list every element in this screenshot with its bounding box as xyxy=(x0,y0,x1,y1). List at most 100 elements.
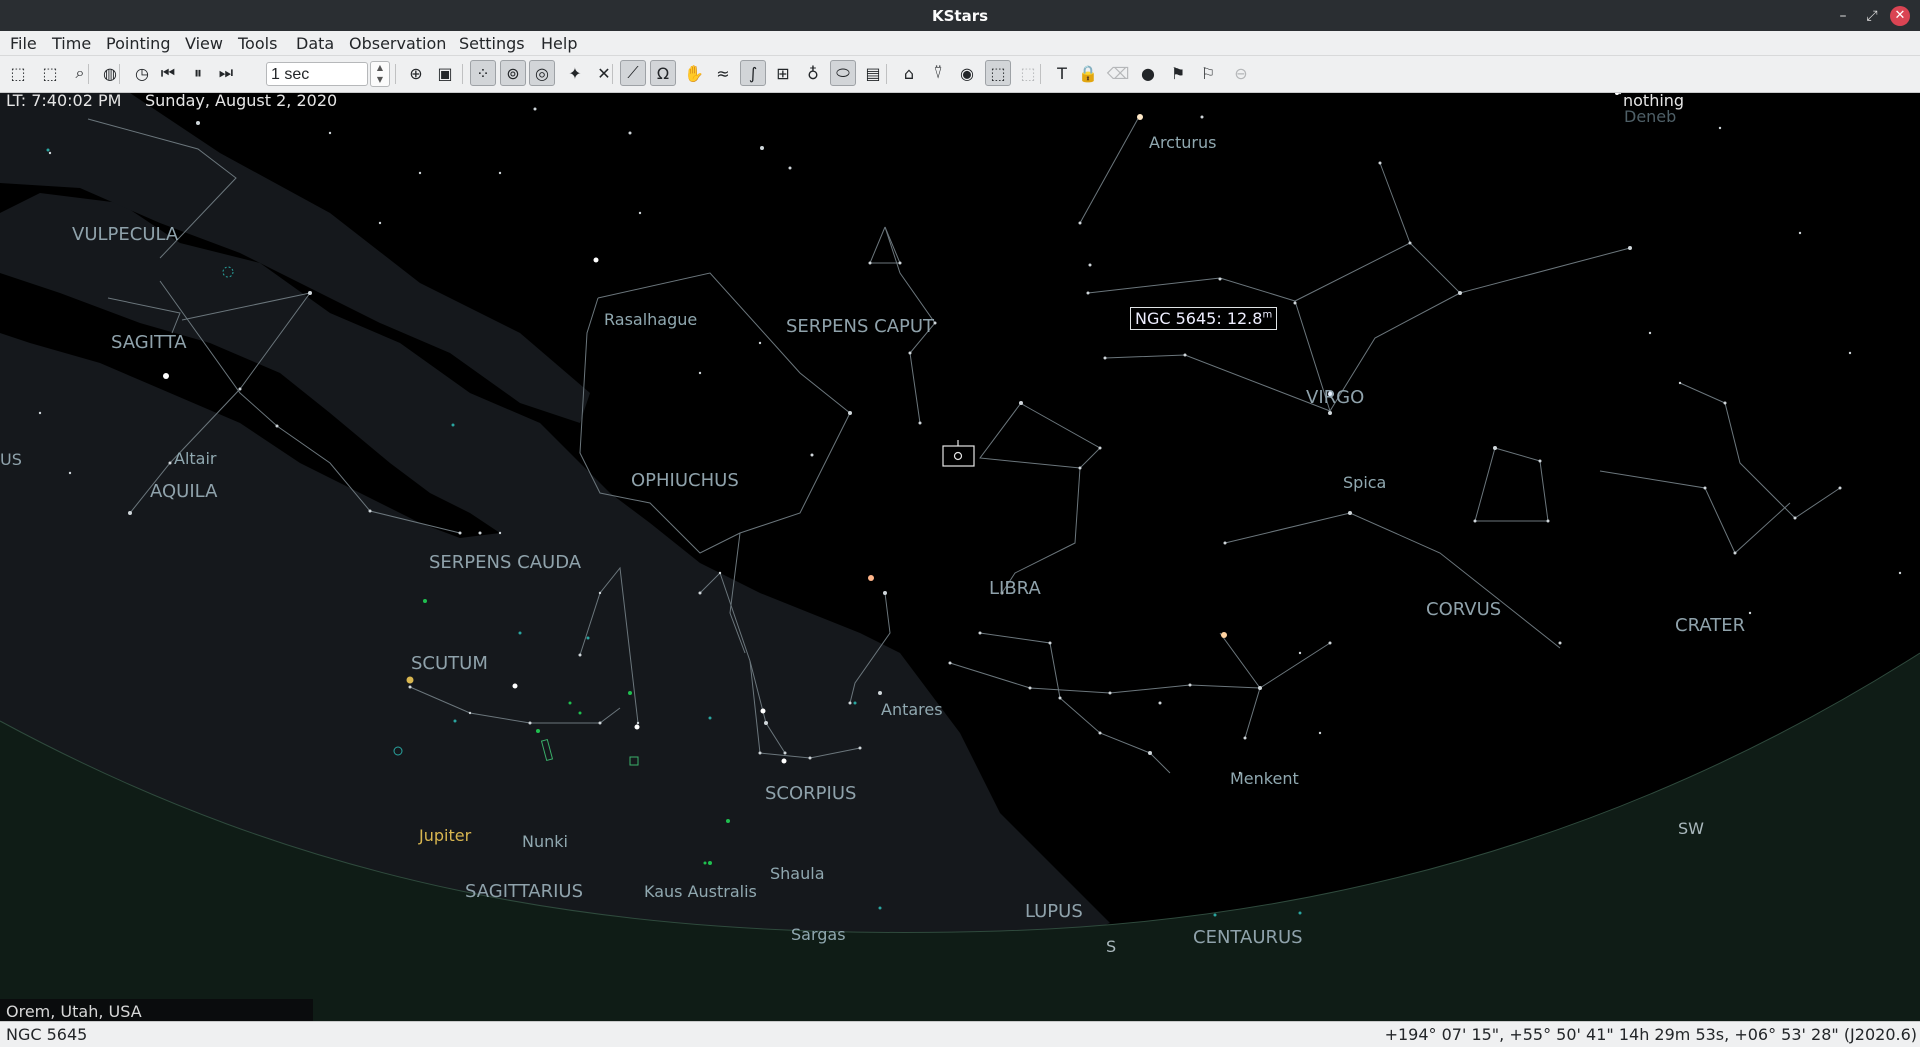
menu-time[interactable]: Time xyxy=(52,34,91,53)
menu-file[interactable]: File xyxy=(10,34,37,53)
star-dot xyxy=(1098,731,1102,735)
star-dot xyxy=(1086,291,1090,295)
eraser-icon[interactable]: ⌫ xyxy=(1105,60,1131,86)
close-icon[interactable]: ✕ xyxy=(1890,6,1910,26)
status-coordinates: +194° 07' 15", +55° 50' 41" 14h 29m 53s,… xyxy=(1384,1025,1917,1044)
search-icon[interactable]: ⌕ xyxy=(67,60,93,86)
menu-help[interactable]: Help xyxy=(541,34,577,53)
star-label-nunki: Nunki xyxy=(522,832,568,851)
timestep-input[interactable] xyxy=(266,62,368,86)
step-back-icon[interactable]: ⏮ xyxy=(155,60,181,86)
star-dot xyxy=(978,631,982,635)
menu-pointing[interactable]: Pointing xyxy=(106,34,170,53)
target-icon[interactable]: ◎ xyxy=(529,60,555,86)
sky-canvas xyxy=(0,93,1920,1021)
star-dot xyxy=(1019,401,1023,405)
maximize-icon[interactable]: ⤢ xyxy=(1862,6,1882,26)
star-dot xyxy=(468,711,472,715)
stars-icon[interactable]: ⁘ xyxy=(470,60,496,86)
star-dot xyxy=(48,151,52,155)
pause-icon[interactable]: ⏸ xyxy=(185,60,211,86)
crosshair-icon[interactable]: ⊕ xyxy=(403,60,429,86)
image-icon[interactable]: ▣ xyxy=(432,60,458,86)
constellation-label: LUPUS xyxy=(1025,901,1083,922)
status-object: NGC 5645 xyxy=(6,1025,88,1044)
flag-outline-icon[interactable]: ⚐ xyxy=(1195,60,1221,86)
constellation-label-partial: US xyxy=(0,450,22,469)
star-dot xyxy=(718,571,722,575)
planets-icon[interactable]: ♁ xyxy=(800,60,826,86)
supernova-icon[interactable]: ◉ xyxy=(954,60,980,86)
observatory-icon[interactable]: ⌂ xyxy=(896,60,922,86)
telescope-icon[interactable]: ⍢ xyxy=(925,60,951,86)
step-forward-icon[interactable]: ⏭ xyxy=(213,60,239,86)
zoom-select-icon[interactable]: ⬚ xyxy=(37,60,63,86)
star-dot xyxy=(458,531,462,535)
star-dot xyxy=(528,721,532,725)
open-cluster-dot xyxy=(853,701,857,705)
horizon-icon[interactable]: ⬭ xyxy=(830,60,856,86)
constellation-lines-icon[interactable]: ⟋ xyxy=(620,60,646,86)
star-dot xyxy=(408,685,412,689)
sparkle-icon[interactable]: ✦ xyxy=(562,60,588,86)
star-dot xyxy=(1188,683,1192,687)
minimize-icon[interactable]: – xyxy=(1833,6,1853,26)
star-dot xyxy=(1223,541,1227,545)
flag-icon[interactable]: ⚑ xyxy=(1165,60,1191,86)
grid-icon[interactable]: ⊞ xyxy=(770,60,796,86)
no-entry-icon[interactable]: ⊖ xyxy=(1228,60,1254,86)
fov-disabled-icon[interactable]: ⬚ xyxy=(1015,60,1041,86)
local-time-label: LT: 7:40:02 PM xyxy=(6,93,122,110)
star-dot xyxy=(578,653,582,657)
text-icon[interactable]: T xyxy=(1049,60,1075,86)
constellation-names-icon[interactable]: Ω xyxy=(650,60,676,86)
toolbar-separator xyxy=(886,64,887,84)
tooltip-text: NGC 5645: 12.8 xyxy=(1135,309,1263,328)
lock-icon[interactable]: 🔒 xyxy=(1075,60,1101,86)
star-dot xyxy=(898,261,902,265)
star-dot xyxy=(1718,126,1722,130)
menu-tools[interactable]: Tools xyxy=(238,34,277,53)
star-dot xyxy=(328,131,332,135)
constellation-line xyxy=(597,272,851,414)
ecliptic-icon[interactable]: ∫ xyxy=(740,60,766,86)
hips-icon[interactable]: ▤ xyxy=(860,60,886,86)
tooltip-unit: m xyxy=(1262,309,1273,321)
menu-observation[interactable]: Observation xyxy=(349,34,446,53)
star-dot xyxy=(1838,486,1842,490)
satellite-icon[interactable]: ✕ xyxy=(591,60,617,86)
sky-map[interactable]: LT: 7:40:02 PM Sunday, August 2, 2020 no… xyxy=(0,93,1920,1021)
star-dot xyxy=(1378,161,1382,165)
compass-label-s: S xyxy=(1106,937,1117,956)
timestep-spinner[interactable]: ▲ ▼ xyxy=(370,61,390,87)
constellation-line xyxy=(979,632,1171,774)
zoom-fit-icon[interactable]: ⬚ xyxy=(5,60,31,86)
clock-icon[interactable]: ◷ xyxy=(129,60,155,86)
milky-way-icon[interactable]: ≈ xyxy=(710,60,736,86)
star-dot xyxy=(1148,751,1152,755)
location-label: Orem, Utah, USA xyxy=(0,999,313,1021)
menu-data[interactable]: Data xyxy=(296,34,334,53)
star-label-deneb: Deneb xyxy=(1624,107,1677,126)
record-icon[interactable]: ● xyxy=(1135,60,1161,86)
deep-sky-dot xyxy=(708,861,712,865)
deep-sky-icon[interactable]: ⊚ xyxy=(500,60,526,86)
menu-view[interactable]: View xyxy=(185,34,223,53)
star-dot xyxy=(810,453,814,457)
star-dot xyxy=(1218,277,1222,281)
star-dot xyxy=(1328,641,1332,645)
star-dot xyxy=(128,511,132,515)
star-dot xyxy=(848,701,852,705)
hand-icon[interactable]: ✋ xyxy=(681,60,707,86)
fov-icon[interactable]: ⬚ xyxy=(985,60,1011,86)
toolbar-separator xyxy=(1040,64,1041,84)
star-dot xyxy=(698,371,702,375)
open-cluster-dot xyxy=(46,148,50,152)
star-dot xyxy=(1088,263,1092,267)
constellation-line xyxy=(1679,382,1841,519)
deep-sky-dot xyxy=(628,691,632,695)
open-cluster-dot xyxy=(451,423,455,427)
menu-settings[interactable]: Settings xyxy=(459,34,525,53)
constellation-label: CORVUS xyxy=(1426,599,1502,620)
star-dot xyxy=(1703,486,1707,490)
